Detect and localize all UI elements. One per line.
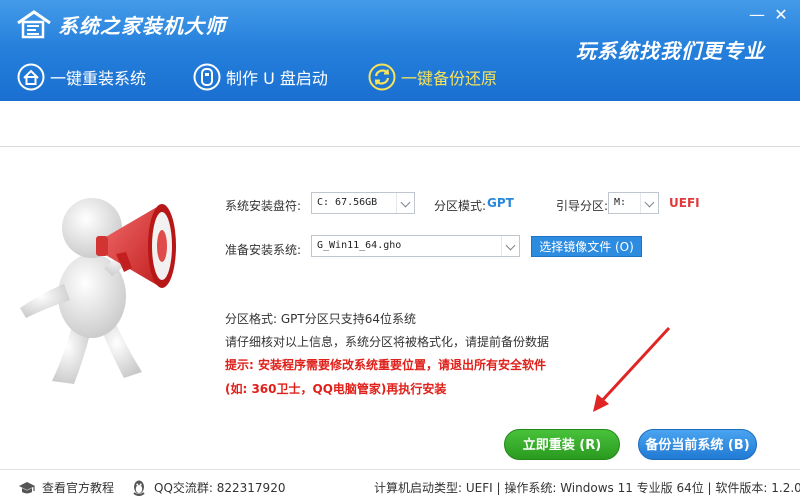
backup-current-system-button[interactable]: 备份当前系统 (B) [638,429,757,460]
system-label: 准备安装系统: [225,243,302,257]
system-status-text: 计算机启动类型: UEFI | 操作系统: Windows 11 专业版 64位… [374,481,800,495]
system-image-select[interactable]: G_Win11_64.gho [311,235,520,257]
minimize-button[interactable]: — [748,6,766,24]
partition-mode-label: 分区模式: [434,199,487,213]
usb-drive-icon [193,63,221,91]
backup-warning-info: 请仔细核对以上信息，系统分区将被格式化，请提前备份数据 [225,335,550,349]
qq-group-info: QQ交流群: 822317920 [130,470,285,504]
tab-one-click-reinstall[interactable]: 一键重装系统 [16,58,146,96]
tab-label: 一键重装系统 [50,69,147,88]
app-slogan: 玩系统找我们更专业 [576,39,765,63]
boot-partition-select-value: M: [614,197,627,208]
status-bar: 查看官方教程 QQ交流群: 822317920 计算机启动类型: UEFI | … [0,469,800,504]
app-window: 系统之家装机大师 玩系统找我们更专业 — ✕ 一键重装系统 制作 U 盘启动 一… [0,0,800,504]
qq-group-label: QQ交流群: 822317920 [154,481,286,495]
partition-mode-value: GPT [487,196,514,210]
app-logo-icon [17,10,51,39]
megaphone-mascot-illustration [20,198,176,384]
boot-partition-label: 引导分区: [556,199,609,213]
home-icon [17,63,45,91]
tab-make-usb-boot[interactable]: 制作 U 盘启动 [192,58,328,96]
system-image-select-value: G_Win11_64.gho [317,240,402,251]
disk-select[interactable]: C: 67.56GB [311,192,415,214]
backup-restore-icon [368,63,396,91]
choose-image-button[interactable]: 选择镜像文件 (O) [531,236,642,257]
official-tutorial-label: 查看官方教程 [42,481,115,495]
boot-partition-select[interactable]: M: [608,192,659,214]
main-nav: 一键重装系统 制作 U 盘启动 一键备份还原 [0,58,560,96]
official-tutorial-link[interactable]: 查看官方教程 [18,470,114,504]
disk-label: 系统安装盘符: [225,199,302,213]
reinstall-now-button[interactable]: 立即重装 (R) [504,429,620,460]
security-software-warning: 提示: 安装程序需要修改系统重要位置，请退出所有安全软件 [225,358,546,372]
title-bar: 系统之家装机大师 玩系统找我们更专业 — ✕ 一键重装系统 制作 U 盘启动 一… [0,0,800,101]
graduation-cap-icon [19,481,35,493]
tab-label: 一键备份还原 [401,69,498,88]
security-software-examples: (如: 360卫士，QQ电脑管家)再执行安装 [225,382,447,396]
app-title: 系统之家装机大师 [58,14,226,38]
chevron-down-icon [501,236,519,256]
disk-select-value: C: 67.56GB [317,197,378,208]
tab-label: 制作 U 盘启动 [226,69,328,88]
chevron-down-icon [640,193,658,213]
close-button[interactable]: ✕ [772,6,790,24]
content-divider [0,146,800,147]
pointer-arrow-icon [593,326,671,412]
partition-format-info: 分区格式: GPT分区只支持64位系统 [225,312,416,326]
tab-backup-restore[interactable]: 一键备份还原 [367,58,497,96]
chevron-down-icon [396,193,414,213]
boot-type-badge: UEFI [669,196,700,210]
qq-penguin-icon [133,480,145,496]
